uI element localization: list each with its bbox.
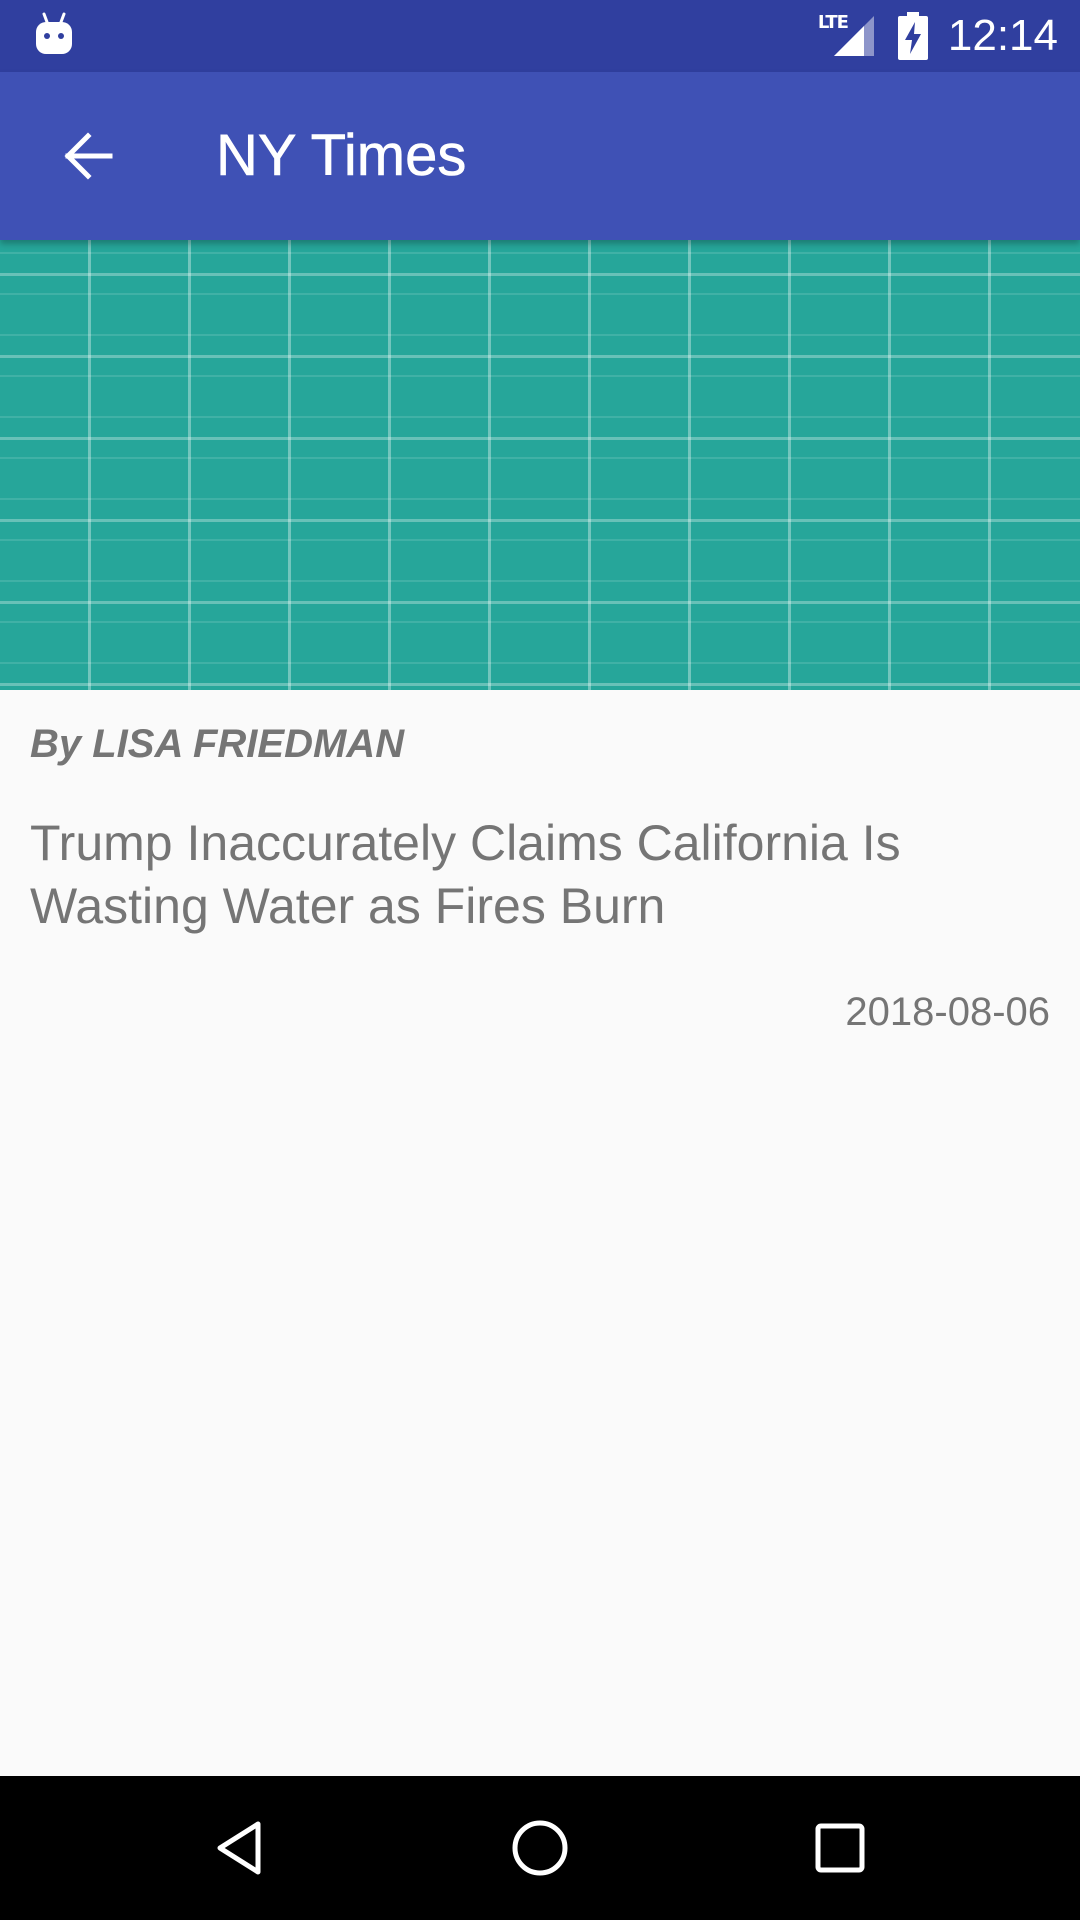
- page-title: NY Times: [216, 123, 467, 189]
- navigation-bar: [0, 1776, 1080, 1920]
- nav-home-icon: [512, 1820, 568, 1876]
- back-button[interactable]: [40, 108, 136, 204]
- app-bar: NY Times: [0, 72, 1080, 240]
- lte-signal-icon: LTE: [817, 12, 876, 60]
- nav-back-icon: [217, 1821, 261, 1875]
- article-byline: By LISA FRIEDMAN: [30, 722, 405, 766]
- article-image: [0, 240, 1080, 690]
- article-date: 2018-08-06: [845, 990, 1050, 1034]
- network-type-label: LTE: [817, 12, 849, 33]
- status-bar: LTE 12:14: [0, 0, 1080, 72]
- nav-back-button[interactable]: [190, 1798, 290, 1898]
- nav-recents-icon: [815, 1823, 865, 1873]
- battery-charging-icon: [897, 12, 928, 60]
- article-headline: Trump Inaccurately Claims California Is …: [30, 815, 901, 934]
- arrow-back-icon: [64, 132, 113, 180]
- android-notification-icon: [36, 12, 72, 54]
- nav-recents-button[interactable]: [790, 1798, 890, 1898]
- nav-home-button[interactable]: [490, 1798, 590, 1898]
- status-time: 12:14: [947, 11, 1058, 60]
- status-icons: LTE 12:14: [817, 0, 1058, 72]
- screen: LTE 12:14 NY Times By LISA FRIEDMAN Trum…: [0, 0, 1080, 1920]
